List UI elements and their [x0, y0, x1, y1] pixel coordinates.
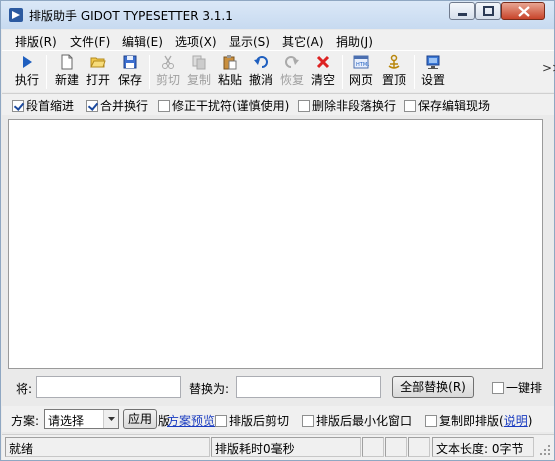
scheme-select[interactable]: 请选择: [44, 409, 119, 429]
minimize-icon: [458, 13, 467, 16]
checkbox[interactable]: [492, 382, 504, 394]
app-window: 排版助手 GIDOT TYPESETTER 3.1.1 排版(R) 文件(F) …: [0, 0, 555, 461]
close-icon: [518, 6, 530, 17]
paste-button[interactable]: 粘贴: [216, 54, 244, 90]
menu-bar: 排版(R) 文件(F) 编辑(E) 选项(X) 显示(S) 其它(A) 捐助(J…: [2, 30, 554, 50]
find-input[interactable]: [36, 376, 181, 398]
scheme-row: 方案: 请选择 应用 版 方案预览 排版后剪切 排版后最小化窗口 复制即排版(说…: [2, 406, 554, 432]
maximize-icon: [483, 6, 494, 16]
option-merge-lines[interactable]: 合并换行: [86, 97, 148, 113]
replace-row: 将: 替换为: 全部替换(R) 一键排: [2, 373, 554, 403]
text-editor[interactable]: [8, 119, 543, 369]
redo-button[interactable]: 恢复: [278, 54, 306, 90]
minimize-button[interactable]: [449, 2, 475, 20]
copy-button[interactable]: 复制: [185, 54, 213, 90]
new-document-icon: [61, 54, 73, 70]
toolbar-separator: [46, 55, 47, 89]
window-title: 排版助手 GIDOT TYPESETTER 3.1.1: [29, 9, 233, 23]
checkbox[interactable]: [302, 415, 314, 427]
copy-icon: [192, 55, 206, 70]
find-label: 将:: [16, 382, 33, 396]
play-icon: [23, 56, 32, 68]
option-remove-non-paragraph-breaks[interactable]: 删除非段落换行: [298, 97, 396, 113]
checkbox[interactable]: [404, 100, 416, 112]
status-empty-cell: [385, 437, 407, 457]
title-bar[interactable]: 排版助手 GIDOT TYPESETTER 3.1.1: [1, 1, 554, 29]
option-cut-after-typeset[interactable]: 排版后剪切: [215, 412, 289, 428]
maximize-button[interactable]: [475, 2, 501, 20]
checkbox[interactable]: [215, 415, 227, 427]
scheme-label: 方案:: [11, 414, 40, 428]
status-empty-cell: [362, 437, 384, 457]
undo-button[interactable]: 撤消: [247, 54, 275, 90]
menu-edit[interactable]: 编辑(E): [122, 33, 163, 50]
menu-display[interactable]: 显示(S): [229, 33, 270, 50]
run-button[interactable]: 执行: [12, 54, 42, 90]
monitor-settings-icon: [426, 55, 440, 69]
new-button[interactable]: 新建: [52, 54, 82, 90]
app-logo-icon: [9, 8, 23, 22]
checkbox[interactable]: [425, 415, 437, 427]
redo-icon: [285, 56, 299, 68]
menu-donate[interactable]: 捐助(J): [336, 33, 373, 50]
status-empty-cell: [408, 437, 430, 457]
cut-button[interactable]: 剪切: [154, 54, 182, 90]
red-x-icon: [316, 55, 330, 69]
web-button[interactable]: HTML 网页: [347, 54, 375, 90]
checkbox[interactable]: [12, 100, 24, 112]
save-disk-icon: [123, 55, 137, 69]
checkbox[interactable]: [298, 100, 310, 112]
replace-with-label: 替换为:: [189, 382, 230, 396]
replace-with-input[interactable]: [236, 376, 381, 398]
toolbar-separator: [342, 55, 343, 89]
menu-options[interactable]: 选项(X): [175, 33, 217, 50]
help-link[interactable]: 说明: [504, 414, 528, 428]
clipboard-icon: [223, 55, 237, 70]
toolbar: 执行 新建 打开 保存 剪切 复制 粘贴 撤消 恢复 清空 HTML 网页 置顶…: [2, 50, 555, 92]
option-fix-interference[interactable]: 修正干扰符(谨慎使用): [158, 97, 289, 113]
option-indent[interactable]: 段首缩进: [12, 97, 74, 113]
toolbar-overflow-chevron[interactable]: >>: [542, 61, 555, 75]
scissors-icon: [162, 55, 174, 69]
apply-scheme-button[interactable]: 应用: [123, 409, 157, 429]
settings-button[interactable]: 设置: [419, 54, 447, 90]
option-one-click-typeset[interactable]: 一键排: [492, 379, 542, 395]
open-button[interactable]: 打开: [83, 54, 113, 90]
status-timing: 排版耗时0毫秒: [211, 437, 361, 457]
checkbox[interactable]: [86, 100, 98, 112]
checkbox[interactable]: [158, 100, 170, 112]
option-save-workspace[interactable]: 保存编辑现场: [404, 97, 490, 113]
menu-other[interactable]: 其它(A): [282, 33, 324, 50]
undo-icon: [254, 56, 268, 68]
status-state: 就绪: [5, 437, 210, 457]
anchor-pin-icon: [388, 54, 400, 69]
options-bar: 段首缩进 合并换行 修正干扰符(谨慎使用) 删除非段落换行 保存编辑现场: [2, 93, 554, 115]
toolbar-separator: [149, 55, 150, 89]
replace-all-button[interactable]: 全部替换(R): [392, 376, 474, 398]
status-bar: 就绪 排版耗时0毫秒 文本长度: 0字节: [2, 434, 554, 460]
scheme-preview-link[interactable]: 方案预览: [167, 412, 215, 429]
menu-typeset[interactable]: 排版(R): [15, 33, 57, 50]
menu-file[interactable]: 文件(F): [70, 33, 110, 50]
html-page-icon: HTML: [353, 55, 369, 69]
chevron-down-icon: [103, 410, 118, 428]
option-minimize-after-typeset[interactable]: 排版后最小化窗口: [302, 412, 412, 428]
option-copy-to-typeset[interactable]: 复制即排版(说明): [425, 412, 532, 428]
close-button[interactable]: [501, 2, 545, 20]
svg-text:HTML: HTML: [356, 62, 369, 68]
save-button[interactable]: 保存: [115, 54, 145, 90]
folder-open-icon: [90, 57, 106, 68]
resize-grip-icon[interactable]: [536, 441, 552, 457]
clear-button[interactable]: 清空: [309, 54, 337, 90]
pin-top-button[interactable]: 置顶: [379, 54, 409, 90]
toolbar-separator: [414, 55, 415, 89]
status-text-length: 文本长度: 0字节: [432, 437, 534, 457]
